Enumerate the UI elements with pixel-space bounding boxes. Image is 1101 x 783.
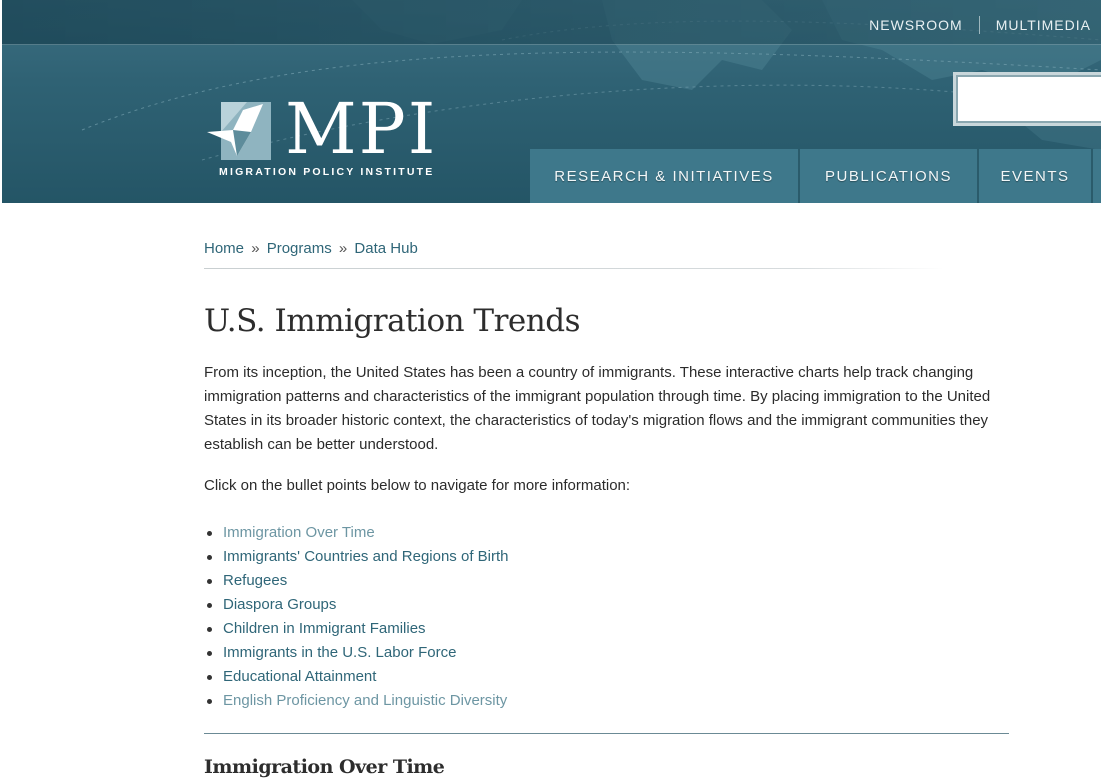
multimedia-link[interactable]: MULTIMEDIA	[980, 17, 1091, 33]
navigation-instructions: Click on the bullet points below to navi…	[204, 477, 631, 494]
list-item: English Proficiency and Linguistic Diver…	[207, 689, 509, 713]
topic-link-diaspora-groups[interactable]: Diaspora Groups	[223, 596, 336, 613]
nav-item-overflow[interactable]	[1093, 149, 1101, 203]
list-item: Immigration Over Time	[207, 521, 509, 545]
logo-subtitle: MIGRATION POLICY INSTITUTE	[219, 166, 435, 178]
breadcrumb-separator: »	[338, 240, 348, 257]
topic-link-english-proficiency[interactable]: English Proficiency and Linguistic Diver…	[223, 692, 507, 709]
topic-link-children-immigrant-families[interactable]: Children in Immigrant Families	[223, 620, 426, 637]
list-item: Diaspora Groups	[207, 593, 509, 617]
list-item: Refugees	[207, 569, 509, 593]
utility-nav: NEWSROOM MULTIMEDIA	[853, 16, 1091, 34]
list-item: Children in Immigrant Families	[207, 617, 509, 641]
breadcrumb-divider	[204, 268, 944, 269]
breadcrumb-data-hub[interactable]: Data Hub	[354, 240, 417, 257]
list-item: Immigrants in the U.S. Labor Force	[207, 641, 509, 665]
section-heading: Immigration Over Time	[204, 756, 445, 778]
topic-link-educational-attainment[interactable]: Educational Attainment	[223, 668, 376, 685]
newsroom-link[interactable]: NEWSROOM	[853, 17, 979, 33]
logo-mark-icon	[207, 102, 271, 160]
breadcrumb-separator: »	[251, 240, 260, 257]
site-header: NEWSROOM MULTIMEDIA MPI MIGRATION POLICY…	[2, 0, 1101, 203]
mpi-logo[interactable]: MPI MIGRATION POLICY INSTITUTE	[207, 92, 467, 180]
topic-link-labor-force[interactable]: Immigrants in the U.S. Labor Force	[223, 644, 456, 661]
breadcrumb: Home » Programs » Data Hub	[204, 240, 418, 257]
nav-research-initiatives[interactable]: RESEARCH & INITIATIVES	[530, 149, 800, 203]
page-edge	[0, 0, 2, 783]
breadcrumb-home[interactable]: Home	[204, 240, 244, 257]
section-divider	[204, 733, 1009, 734]
breadcrumb-programs[interactable]: Programs	[267, 240, 332, 257]
topic-link-immigration-over-time[interactable]: Immigration Over Time	[223, 524, 375, 541]
topic-list: Immigration Over Time Immigrants' Countr…	[204, 521, 509, 713]
topic-link-countries-of-birth[interactable]: Immigrants' Countries and Regions of Bir…	[223, 548, 509, 565]
main-nav: RESEARCH & INITIATIVES PUBLICATIONS EVEN…	[530, 149, 1101, 203]
search-input[interactable]	[953, 72, 1101, 126]
intro-paragraph: From its inception, the United States ha…	[204, 364, 991, 453]
nav-events[interactable]: EVENTS	[979, 149, 1093, 203]
list-item: Immigrants' Countries and Regions of Bir…	[207, 545, 509, 569]
list-item: Educational Attainment	[207, 665, 509, 689]
topic-link-refugees[interactable]: Refugees	[223, 572, 287, 589]
page-title: U.S. Immigration Trends	[204, 303, 581, 339]
logo-wordmark: MPI	[285, 88, 438, 170]
nav-publications[interactable]: PUBLICATIONS	[800, 149, 979, 203]
